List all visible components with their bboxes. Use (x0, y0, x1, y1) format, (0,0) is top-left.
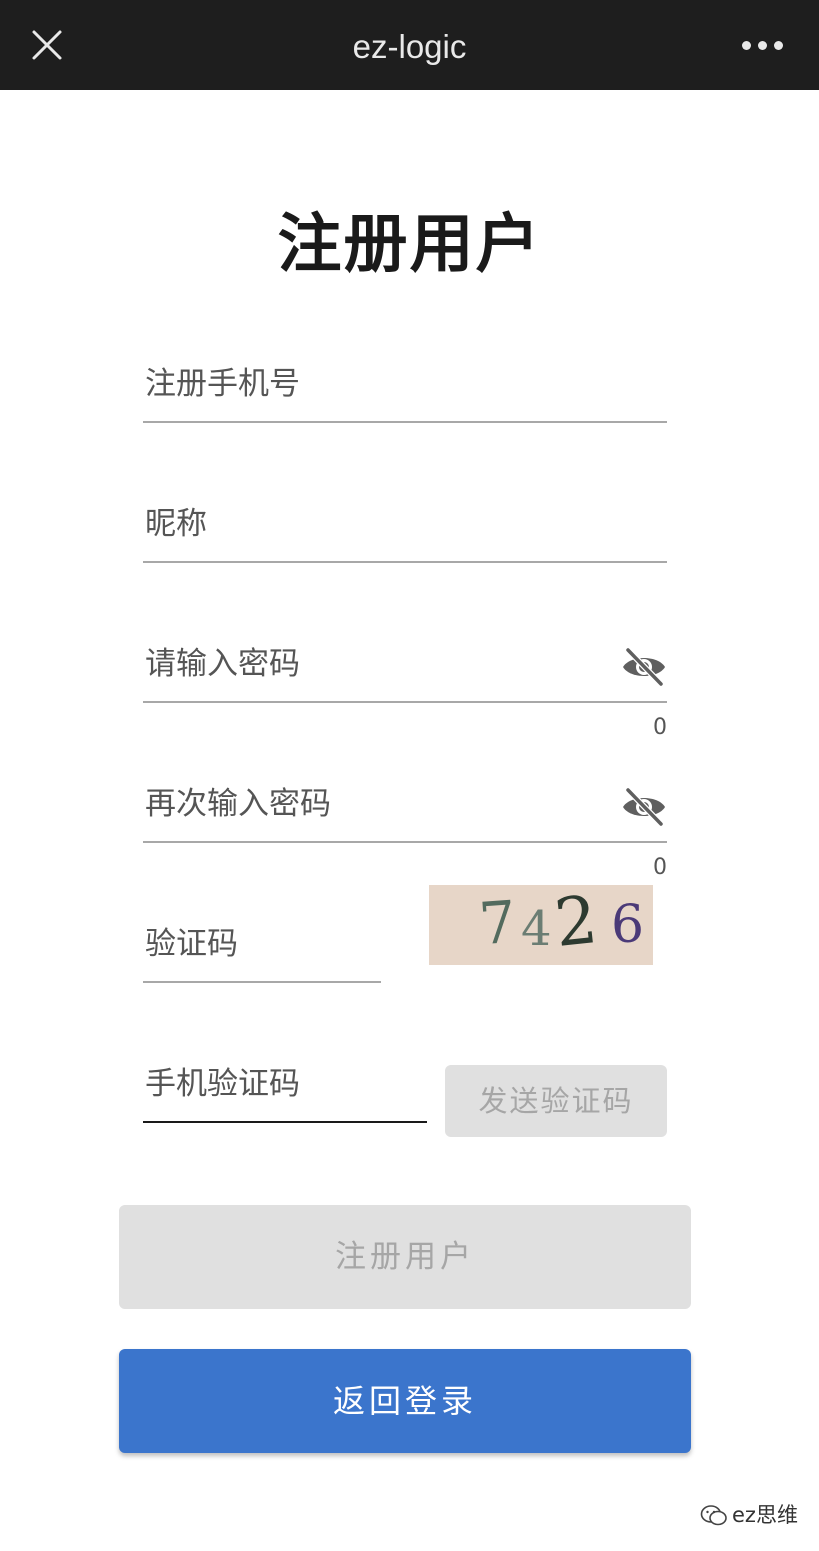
captcha-field (143, 913, 381, 983)
password-confirm-field (143, 773, 667, 843)
watermark-text: ez思维 (732, 1503, 798, 1527)
app-bar: ez-logic (0, 0, 819, 90)
password-counter: 0 (653, 715, 667, 740)
back-to-login-button[interactable]: 返回登录 (119, 1349, 691, 1453)
phone-input[interactable] (143, 353, 667, 421)
nickname-input[interactable] (143, 493, 667, 561)
nickname-field (143, 493, 667, 563)
sms-code-input[interactable] (143, 1053, 427, 1121)
watermark: ez思维 (700, 1500, 798, 1530)
captcha-digit: 6 (611, 895, 645, 955)
password-field (143, 633, 667, 703)
eye-off-icon[interactable] (621, 787, 667, 827)
send-code-button[interactable]: 发送验证码 (445, 1065, 667, 1137)
eye-off-icon[interactable] (621, 647, 667, 687)
password-confirm-input[interactable] (143, 773, 667, 841)
phone-field (143, 353, 667, 423)
register-button[interactable]: 注册用户 (119, 1205, 691, 1309)
more-dots-icon[interactable] (738, 30, 788, 60)
app-bar-title: ez-logic (352, 28, 467, 65)
wechat-icon (700, 1505, 727, 1526)
page-title: 注册用户 (277, 208, 542, 282)
captcha-digit: 2 (551, 885, 601, 962)
captcha-digit: 4 (521, 901, 552, 957)
password-confirm-counter: 0 (653, 855, 667, 880)
captcha-image[interactable]: 7 4 2 6 (429, 885, 653, 965)
sms-code-field (143, 1053, 427, 1123)
captcha-input[interactable] (143, 913, 381, 981)
captcha-digit: 7 (476, 887, 519, 959)
password-input[interactable] (143, 633, 667, 701)
